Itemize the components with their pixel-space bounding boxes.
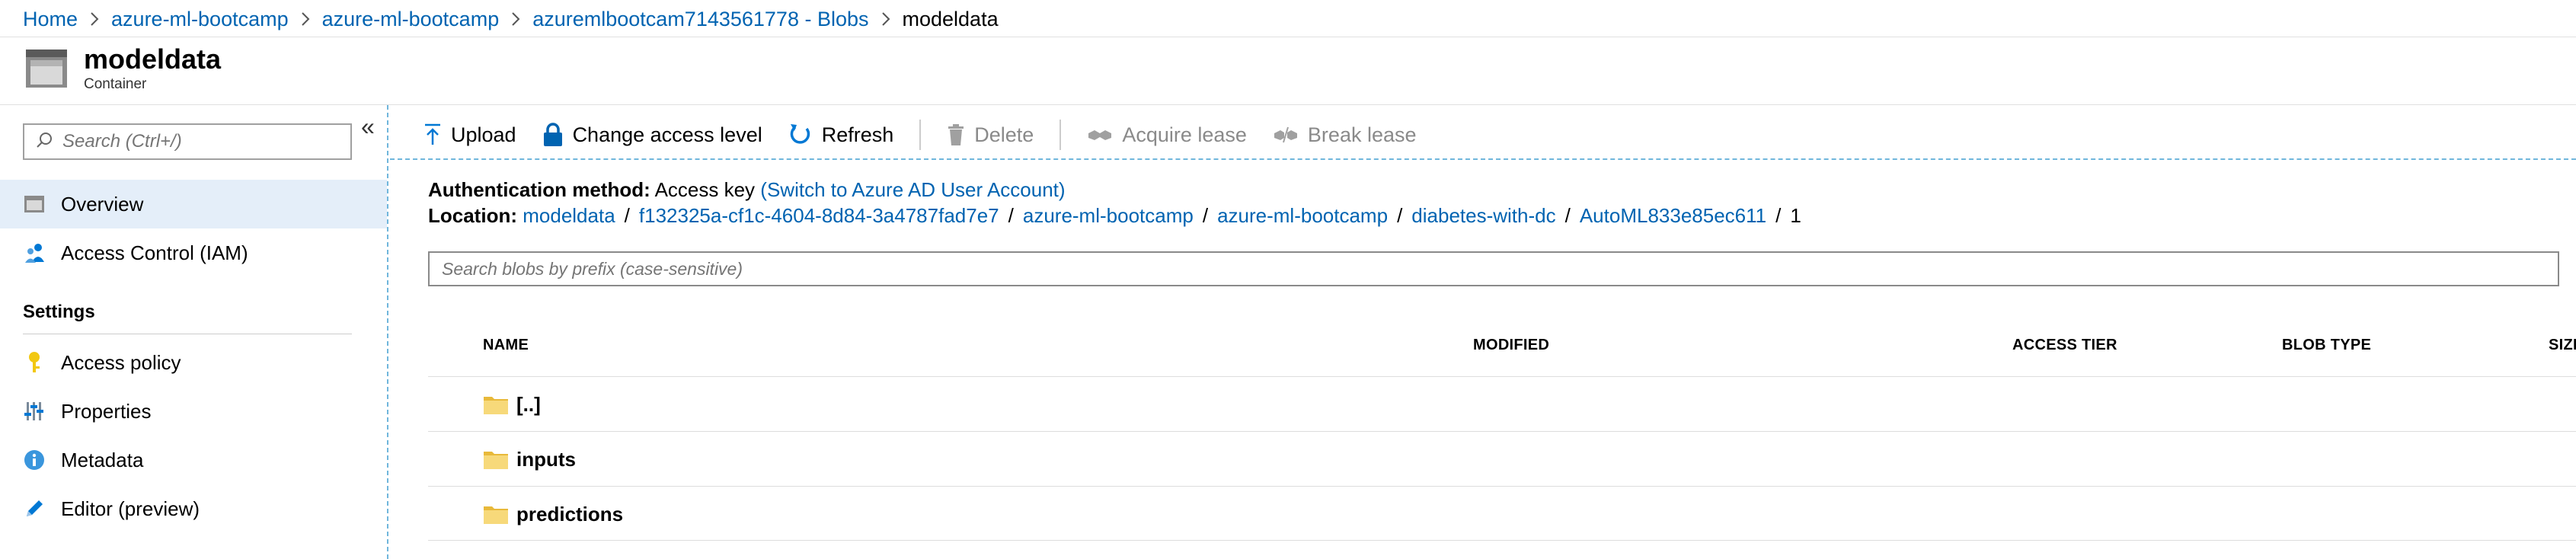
sidebar-search[interactable] [23, 123, 352, 160]
location-segment[interactable]: azure-ml-bootcamp [1023, 204, 1194, 227]
column-header-blob-type[interactable]: BLOB TYPE [2282, 337, 2371, 354]
location-path: Location: modeldata / f132325a-cf1c-4604-8… [428, 204, 1801, 227]
chevron-right-icon [299, 11, 312, 27]
toolbar-divider [1059, 120, 1062, 150]
column-header-access-tier[interactable]: ACCESS TIER [2012, 337, 2117, 354]
break-lease-icon [1273, 126, 1299, 144]
chevron-right-icon [880, 11, 892, 27]
lock-icon [542, 123, 564, 147]
breadcrumb-workspace[interactable]: azure-ml-bootcamp [322, 8, 500, 31]
chevron-right-icon [88, 11, 101, 27]
pencil-icon [23, 497, 46, 520]
sidebar-item-label: Metadata [61, 448, 144, 471]
chevron-right-icon [510, 11, 522, 27]
auth-value: Access key [654, 178, 756, 201]
sidebar-item-access-control[interactable]: Access Control (IAM) [0, 228, 387, 277]
breadcrumb: Home azure-ml-bootcamp azure-ml-bootcamp… [23, 0, 999, 38]
sidebar-item-label: Access Control (IAM) [61, 241, 248, 264]
breadcrumb-current: modeldata [902, 7, 999, 30]
row-name: inputs [516, 447, 576, 471]
table-row[interactable]: inputs [428, 431, 2576, 486]
upload-icon [423, 123, 442, 147]
sidebar-item-label: Editor (preview) [61, 497, 200, 520]
settings-section-label: Settings [23, 302, 95, 322]
key-icon [23, 351, 46, 374]
refresh-button[interactable]: Refresh [788, 123, 893, 147]
toolbar-divider [919, 120, 922, 150]
location-segment[interactable]: diabetes-with-dc [1411, 204, 1555, 227]
blob-search-input[interactable] [442, 258, 2498, 280]
trash-icon [947, 123, 965, 146]
column-header-name[interactable]: NAME [483, 337, 529, 354]
table-row[interactable]: [..] [428, 376, 2576, 431]
sidebar-search-input[interactable] [62, 131, 337, 152]
location-segment[interactable]: azure-ml-bootcamp [1217, 204, 1388, 227]
info-icon [23, 449, 46, 471]
command-bar: Upload Change access level Refresh Delet… [423, 116, 1443, 154]
break-lease-button[interactable]: Break lease [1273, 123, 1417, 147]
refresh-icon [788, 123, 813, 147]
sidebar-item-properties[interactable]: Properties [0, 387, 387, 436]
sidebar-item-label: Properties [61, 399, 152, 423]
row-name: predictions [516, 502, 624, 525]
sidebar-item-access-policy[interactable]: Access policy [0, 338, 387, 387]
location-current: 1 [1790, 204, 1801, 227]
sliders-icon [23, 400, 46, 423]
breadcrumb-home[interactable]: Home [23, 8, 78, 31]
authentication-method: Authentication method: Access key (Switc… [428, 178, 1066, 201]
collapse-sidebar-icon[interactable]: « [361, 113, 375, 141]
sidebar-item-label: Overview [61, 192, 144, 216]
location-segment[interactable]: f132325a-cf1c-4604-8d84-3a4787fad7e7 [639, 204, 999, 227]
blob-search[interactable] [428, 251, 2559, 286]
location-segment[interactable]: AutoML833e85ec611 [1580, 204, 1766, 227]
upload-button[interactable]: Upload [423, 123, 516, 147]
sidebar: « Overview Access Control (IAM) Settings… [0, 105, 388, 559]
people-icon [23, 241, 46, 264]
container-icon [24, 46, 69, 91]
column-header-modified[interactable]: MODIFIED [1473, 337, 1549, 354]
lease-icon [1087, 126, 1113, 144]
page-title: modeldata [84, 43, 222, 75]
folder-icon [483, 449, 509, 470]
breadcrumb-resource-group[interactable]: azure-ml-bootcamp [111, 8, 289, 31]
switch-auth-link[interactable]: (Switch to Azure AD User Account) [760, 178, 1065, 201]
breadcrumb-storage-blobs[interactable]: azuremlbootcam7143561778 - Blobs [532, 8, 868, 31]
search-icon [35, 131, 53, 153]
content-border [390, 158, 2576, 160]
sidebar-item-editor[interactable]: Editor (preview) [0, 484, 387, 533]
table-row[interactable]: predictions [428, 486, 2576, 541]
column-header-size[interactable]: SIZE [2549, 337, 2576, 354]
acquire-lease-button[interactable]: Acquire lease [1087, 123, 1247, 147]
folder-icon [483, 394, 509, 415]
folder-icon [483, 503, 509, 525]
page-subtitle: Container [84, 76, 147, 92]
page-header: modeldata Container [24, 44, 221, 93]
change-access-level-button[interactable]: Change access level [542, 123, 762, 147]
container-icon [23, 193, 46, 216]
sidebar-item-label: Access policy [61, 350, 181, 374]
row-name: [..] [516, 392, 541, 416]
location-segment[interactable]: modeldata [523, 204, 615, 227]
sidebar-item-overview[interactable]: Overview [0, 180, 387, 228]
delete-button[interactable]: Delete [947, 123, 1034, 147]
sidebar-item-metadata[interactable]: Metadata [0, 436, 387, 484]
